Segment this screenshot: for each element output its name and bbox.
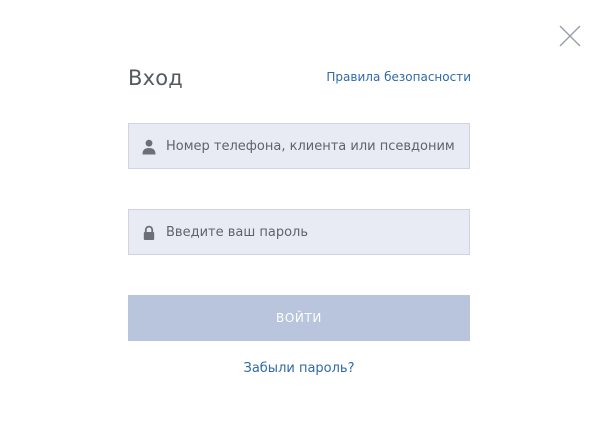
login-input[interactable] — [166, 124, 466, 168]
password-field[interactable] — [128, 209, 470, 255]
lock-icon — [143, 225, 155, 240]
login-field[interactable] — [128, 123, 470, 169]
login-button[interactable]: войти — [128, 295, 470, 341]
security-rules-link[interactable]: Правила безопасности — [326, 69, 471, 85]
close-button[interactable] — [557, 23, 583, 49]
close-icon — [559, 25, 581, 47]
login-dialog: Вход Правила безопасности войти Забыли п… — [0, 0, 600, 439]
user-icon — [142, 139, 156, 155]
forgot-password-link[interactable]: Забыли пароль? — [128, 360, 470, 378]
page-title: Вход — [128, 66, 184, 90]
password-input[interactable] — [166, 210, 466, 254]
